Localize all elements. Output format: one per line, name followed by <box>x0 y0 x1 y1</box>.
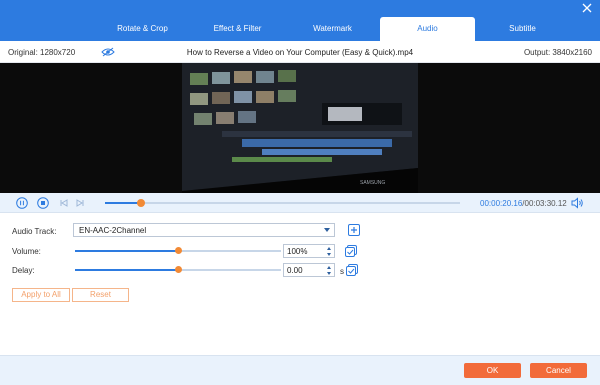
previous-frame-icon[interactable] <box>58 197 70 209</box>
delay-value: 0.00 <box>287 266 303 275</box>
info-bar: Original: 1280x720 How to Reverse a Vide… <box>0 41 600 63</box>
add-audio-track-button[interactable] <box>348 224 360 236</box>
delay-up-arrow[interactable] <box>327 266 331 269</box>
volume-label: Volume: <box>12 247 41 256</box>
tab-effect-filter[interactable]: Effect & Filter <box>190 17 285 41</box>
title-bar: Rotate & Crop Effect & Filter Watermark … <box>0 0 600 41</box>
tab-audio[interactable]: Audio <box>380 17 475 41</box>
delay-down-arrow[interactable] <box>327 272 331 275</box>
volume-down-arrow[interactable] <box>327 253 331 256</box>
screen-brand-text: SAMSUNG <box>360 180 385 186</box>
close-icon[interactable] <box>580 2 594 16</box>
stop-icon[interactable] <box>37 197 49 209</box>
volume-apply-to-all-icon[interactable] <box>345 245 357 257</box>
delay-slider-handle[interactable] <box>174 266 182 273</box>
total-time: /00:03:30.12 <box>522 199 567 208</box>
file-name: How to Reverse a Video on Your Computer … <box>186 48 414 57</box>
original-resolution: Original: 1280x720 <box>8 48 76 57</box>
output-resolution: Output: 3840x2160 <box>523 48 592 57</box>
delay-slider-fill <box>75 269 178 271</box>
audio-track-label: Audio Track: <box>12 227 57 236</box>
video-preview: SAMSUNG <box>0 63 600 193</box>
footer-bar: OK Cancel <box>0 355 600 385</box>
apply-to-all-button[interactable]: Apply to All <box>12 288 70 302</box>
tab-rotate-crop[interactable]: Rotate & Crop <box>95 17 190 41</box>
current-time: 00:00:20.16 <box>480 199 523 208</box>
time-display: 00:00:20.16/00:03:30.12 <box>480 199 567 208</box>
video-frame: SAMSUNG <box>182 63 418 193</box>
volume-slider-handle[interactable] <box>174 247 182 254</box>
timeline-handle[interactable] <box>136 199 145 207</box>
delay-label: Delay: <box>12 266 35 275</box>
audio-settings-panel: Audio Track: EN-AAC-2Channel Volume: 100… <box>0 213 600 355</box>
chevron-down-icon <box>324 228 330 232</box>
ok-button[interactable]: OK <box>464 363 521 378</box>
delay-slider[interactable] <box>75 266 281 273</box>
volume-up-arrow[interactable] <box>327 247 331 250</box>
delay-apply-to-all-icon[interactable] <box>346 264 358 276</box>
volume-icon[interactable] <box>571 197 584 209</box>
volume-slider-fill <box>75 250 178 252</box>
cancel-button[interactable]: Cancel <box>530 363 587 378</box>
timeline-slider[interactable] <box>105 199 460 207</box>
pause-icon[interactable] <box>16 197 28 209</box>
delay-unit: s <box>340 267 344 276</box>
reset-button[interactable]: Reset <box>72 288 129 302</box>
timeline-progress <box>105 202 141 204</box>
volume-slider[interactable] <box>75 247 281 254</box>
audio-track-select[interactable]: EN-AAC-2Channel <box>73 223 335 237</box>
volume-value: 100% <box>287 247 308 256</box>
next-frame-icon[interactable] <box>74 197 86 209</box>
tab-watermark[interactable]: Watermark <box>285 17 380 41</box>
audio-track-value: EN-AAC-2Channel <box>79 226 147 235</box>
eye-slash-icon[interactable] <box>101 47 115 57</box>
delay-input[interactable]: 0.00 <box>283 263 335 277</box>
volume-input[interactable]: 100% <box>283 244 335 258</box>
tab-subtitle[interactable]: Subtitle <box>475 17 570 41</box>
playback-controls: 00:00:20.16/00:03:30.12 <box>0 193 600 213</box>
tab-bar: Rotate & Crop Effect & Filter Watermark … <box>95 17 570 41</box>
